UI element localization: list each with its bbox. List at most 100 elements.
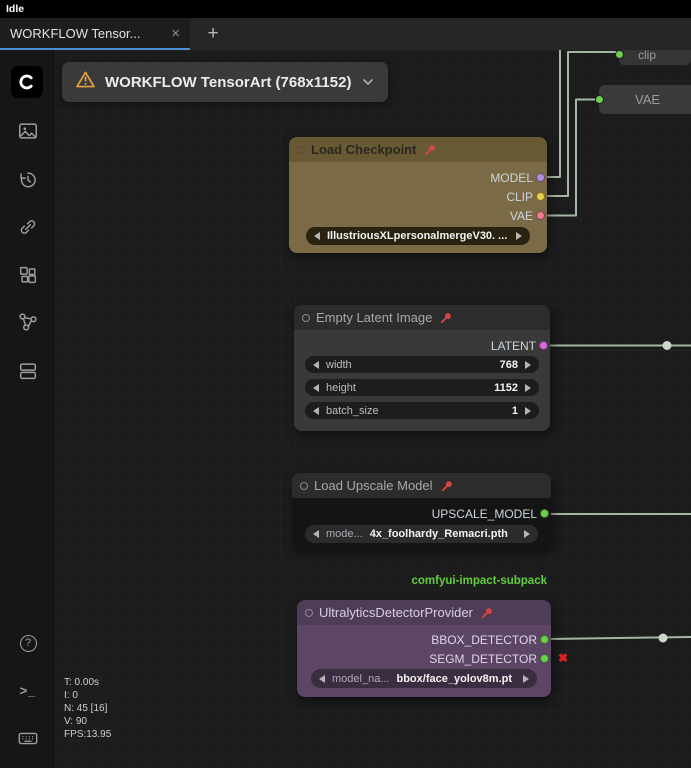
sidebar-item-help[interactable]: ? — [16, 631, 40, 655]
combo-next-icon[interactable] — [524, 530, 530, 538]
output-slot-model[interactable]: MODEL — [289, 168, 547, 187]
upscale-model-slot-dot[interactable] — [540, 509, 549, 518]
vae-input-slot-dot[interactable] — [595, 95, 604, 104]
combo-next-icon[interactable] — [523, 674, 529, 683]
vae-slot-dot[interactable] — [536, 211, 545, 220]
tab-close-icon[interactable]: × — [171, 26, 180, 41]
widget-value: 4x_foolhardy_Remacri.pth — [369, 528, 508, 540]
node-pack-badge: comfyui-impact-subpack — [411, 575, 547, 587]
graph-icon — [19, 313, 37, 331]
layers-icon — [19, 363, 37, 380]
combo-prev-icon[interactable] — [314, 232, 320, 240]
widget-label: width — [326, 358, 352, 371]
perf-stats: T: 0.00s I: 0 N: 45 [16] V: 90 FPS:13.95 — [64, 676, 111, 741]
upscale-model-name-widget[interactable]: mode... 4x_foolhardy_Remacri.pth — [305, 525, 538, 543]
node-header[interactable]: Empty Latent Image — [294, 305, 550, 330]
detector-model-name-widget[interactable]: model_na... bbox/face_yolov8m.pt — [311, 669, 537, 688]
height-widget[interactable]: height 1152 — [305, 379, 539, 396]
sidebar-item-node-map[interactable] — [16, 310, 40, 334]
sidebar-item-terminal[interactable]: >_ — [16, 678, 40, 702]
keyboard-icon — [18, 732, 38, 745]
model-slot-dot[interactable] — [536, 173, 545, 182]
node-load-upscale-model[interactable]: Load Upscale Model UPSCALE_MODEL mode...… — [292, 473, 551, 548]
stepper-increase-icon[interactable] — [525, 406, 531, 415]
node-header[interactable]: Load Upscale Model — [292, 473, 551, 498]
combo-prev-icon[interactable] — [313, 530, 319, 538]
widget-value: bbox/face_yolov8m.pt — [396, 672, 513, 685]
tab-workflow[interactable]: WORKFLOW Tensor... × — [0, 18, 190, 50]
sidebar: ? >_ — [0, 50, 55, 768]
output-slot-segm-detector[interactable]: SEGM_DETECTOR ✖ — [297, 649, 568, 668]
collapse-dot[interactable] — [302, 313, 310, 322]
collapse-dot[interactable] — [297, 145, 305, 154]
collapse-dot[interactable] — [305, 608, 313, 617]
combo-prev-icon[interactable] — [319, 674, 325, 683]
sidebar-item-node-library[interactable] — [16, 215, 40, 239]
width-widget[interactable]: width 768 — [305, 356, 539, 373]
node-header[interactable]: UltralyticsDetectorProvider — [297, 600, 551, 625]
node-empty-latent-image[interactable]: Empty Latent Image LATENT width 768 heig… — [294, 305, 550, 431]
output-slot-clip[interactable]: CLIP — [289, 187, 547, 206]
status-bar: Idle — [0, 0, 691, 18]
segm-detector-slot-dot[interactable] — [540, 654, 549, 663]
slot-label: VAE — [509, 208, 533, 223]
sidebar-item-model-library[interactable] — [16, 263, 40, 287]
sidebar-item-shortcuts[interactable] — [16, 726, 40, 750]
output-slot-bbox-detector[interactable]: BBOX_DETECTOR — [297, 630, 551, 649]
node-body: BBOX_DETECTOR SEGM_DETECTOR ✖ model_na..… — [297, 625, 568, 697]
node-body: LATENT width 768 height 1152 batch_size … — [294, 330, 550, 431]
combo-next-icon[interactable] — [516, 232, 522, 240]
stepper-increase-icon[interactable] — [525, 383, 531, 392]
error-x-icon: ✖ — [557, 650, 568, 665]
node-header[interactable]: Load Checkpoint — [289, 137, 547, 162]
widget-label: height — [326, 381, 356, 394]
clip-input-slot-dot[interactable] — [615, 50, 624, 59]
stat-time: T: 0.00s — [64, 677, 100, 688]
workflow-menu-button[interactable]: WORKFLOW TensorArt (768x1152) — [62, 62, 388, 102]
output-slot-upscale-model[interactable]: UPSCALE_MODEL — [292, 504, 551, 523]
widget-label: model_na... — [332, 672, 390, 685]
stepper-decrease-icon[interactable] — [313, 360, 319, 369]
tab-label: WORKFLOW Tensor... — [10, 25, 141, 41]
output-slot-vae[interactable]: VAE — [289, 206, 547, 225]
comfyui-app: Idle WORKFLOW Tensor... × + clip VAE WOR… — [0, 0, 691, 768]
batch-size-widget[interactable]: batch_size 1 — [305, 402, 539, 419]
widget-label: batch_size — [326, 404, 379, 417]
bbox-detector-slot-dot[interactable] — [540, 635, 549, 644]
sidebar-item-queue[interactable] — [16, 119, 40, 143]
collapse-dot[interactable] — [300, 481, 308, 490]
node-ultralytics-detector-provider[interactable]: UltralyticsDetectorProvider BBOX_DETECTO… — [297, 600, 568, 697]
slot-label: MODEL — [490, 170, 533, 185]
pin-icon — [441, 312, 452, 323]
sidebar-item-history[interactable] — [16, 168, 40, 192]
history-icon — [20, 172, 36, 188]
node-title: Load Checkpoint — [311, 142, 417, 157]
chevron-down-icon — [362, 73, 374, 91]
slot-label: SEGM_DETECTOR — [429, 651, 537, 666]
slot-label: BBOX_DETECTOR — [431, 632, 537, 647]
stepper-increase-icon[interactable] — [525, 360, 531, 369]
new-tab-button[interactable]: + — [198, 18, 228, 50]
stat-nodes: N: 45 [16] — [64, 703, 108, 714]
latent-slot-dot[interactable] — [539, 341, 548, 350]
stat-fps: FPS:13.95 — [64, 729, 112, 740]
widget-label: mode... — [326, 528, 363, 540]
workflow-title: WORKFLOW TensorArt (768x1152) — [105, 73, 352, 91]
stepper-decrease-icon[interactable] — [313, 383, 319, 392]
output-slot-latent[interactable]: LATENT — [294, 336, 550, 355]
node-load-checkpoint[interactable]: Load Checkpoint MODEL CLIP VAE Illustrio… — [289, 137, 547, 253]
vae-node-label: VAE — [635, 92, 661, 107]
comfyui-logo-icon — [19, 74, 33, 90]
sidebar-item-workflows[interactable] — [16, 359, 40, 383]
stat-iterations: I: 0 — [64, 690, 78, 701]
comfyui-logo[interactable] — [11, 66, 43, 98]
clip-slot-dot[interactable] — [536, 192, 545, 201]
help-icon: ? — [19, 634, 37, 652]
node-vae-partial[interactable]: VAE — [595, 85, 691, 114]
checkpoint-name-widget[interactable]: IllustriousXLpersonalmergeV30. ... — [306, 227, 530, 245]
pin-icon — [425, 144, 436, 155]
queue-icon — [19, 123, 37, 139]
stepper-decrease-icon[interactable] — [313, 406, 319, 415]
stat-version: V: 90 — [64, 716, 87, 727]
workflow-tab-bar: WORKFLOW Tensor... × + — [0, 18, 691, 50]
